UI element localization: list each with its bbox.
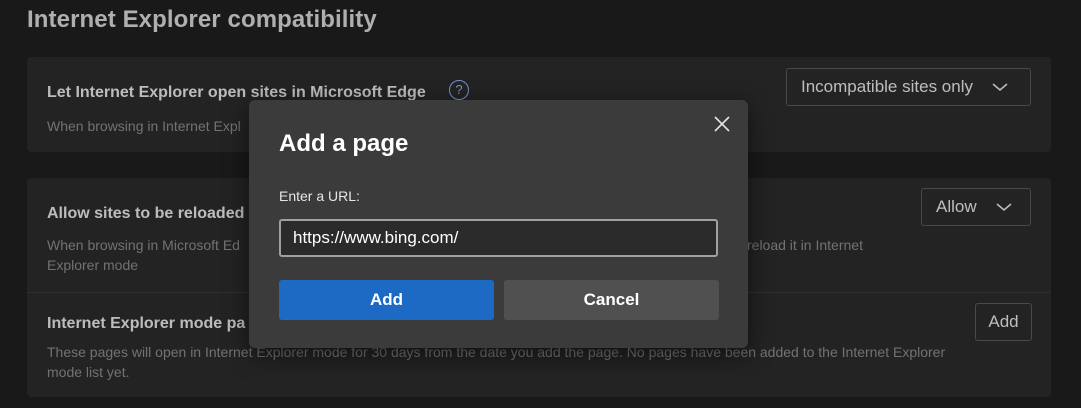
dialog-add-button[interactable]: Add	[279, 280, 494, 320]
dialog-cancel-button[interactable]: Cancel	[504, 280, 719, 320]
url-input[interactable]	[279, 219, 718, 257]
dialog-title: Add a page	[279, 130, 409, 157]
url-label: Enter a URL:	[279, 188, 360, 204]
add-page-dialog: Add a page Enter a URL: Add Cancel	[249, 100, 748, 348]
close-icon[interactable]	[710, 112, 734, 136]
